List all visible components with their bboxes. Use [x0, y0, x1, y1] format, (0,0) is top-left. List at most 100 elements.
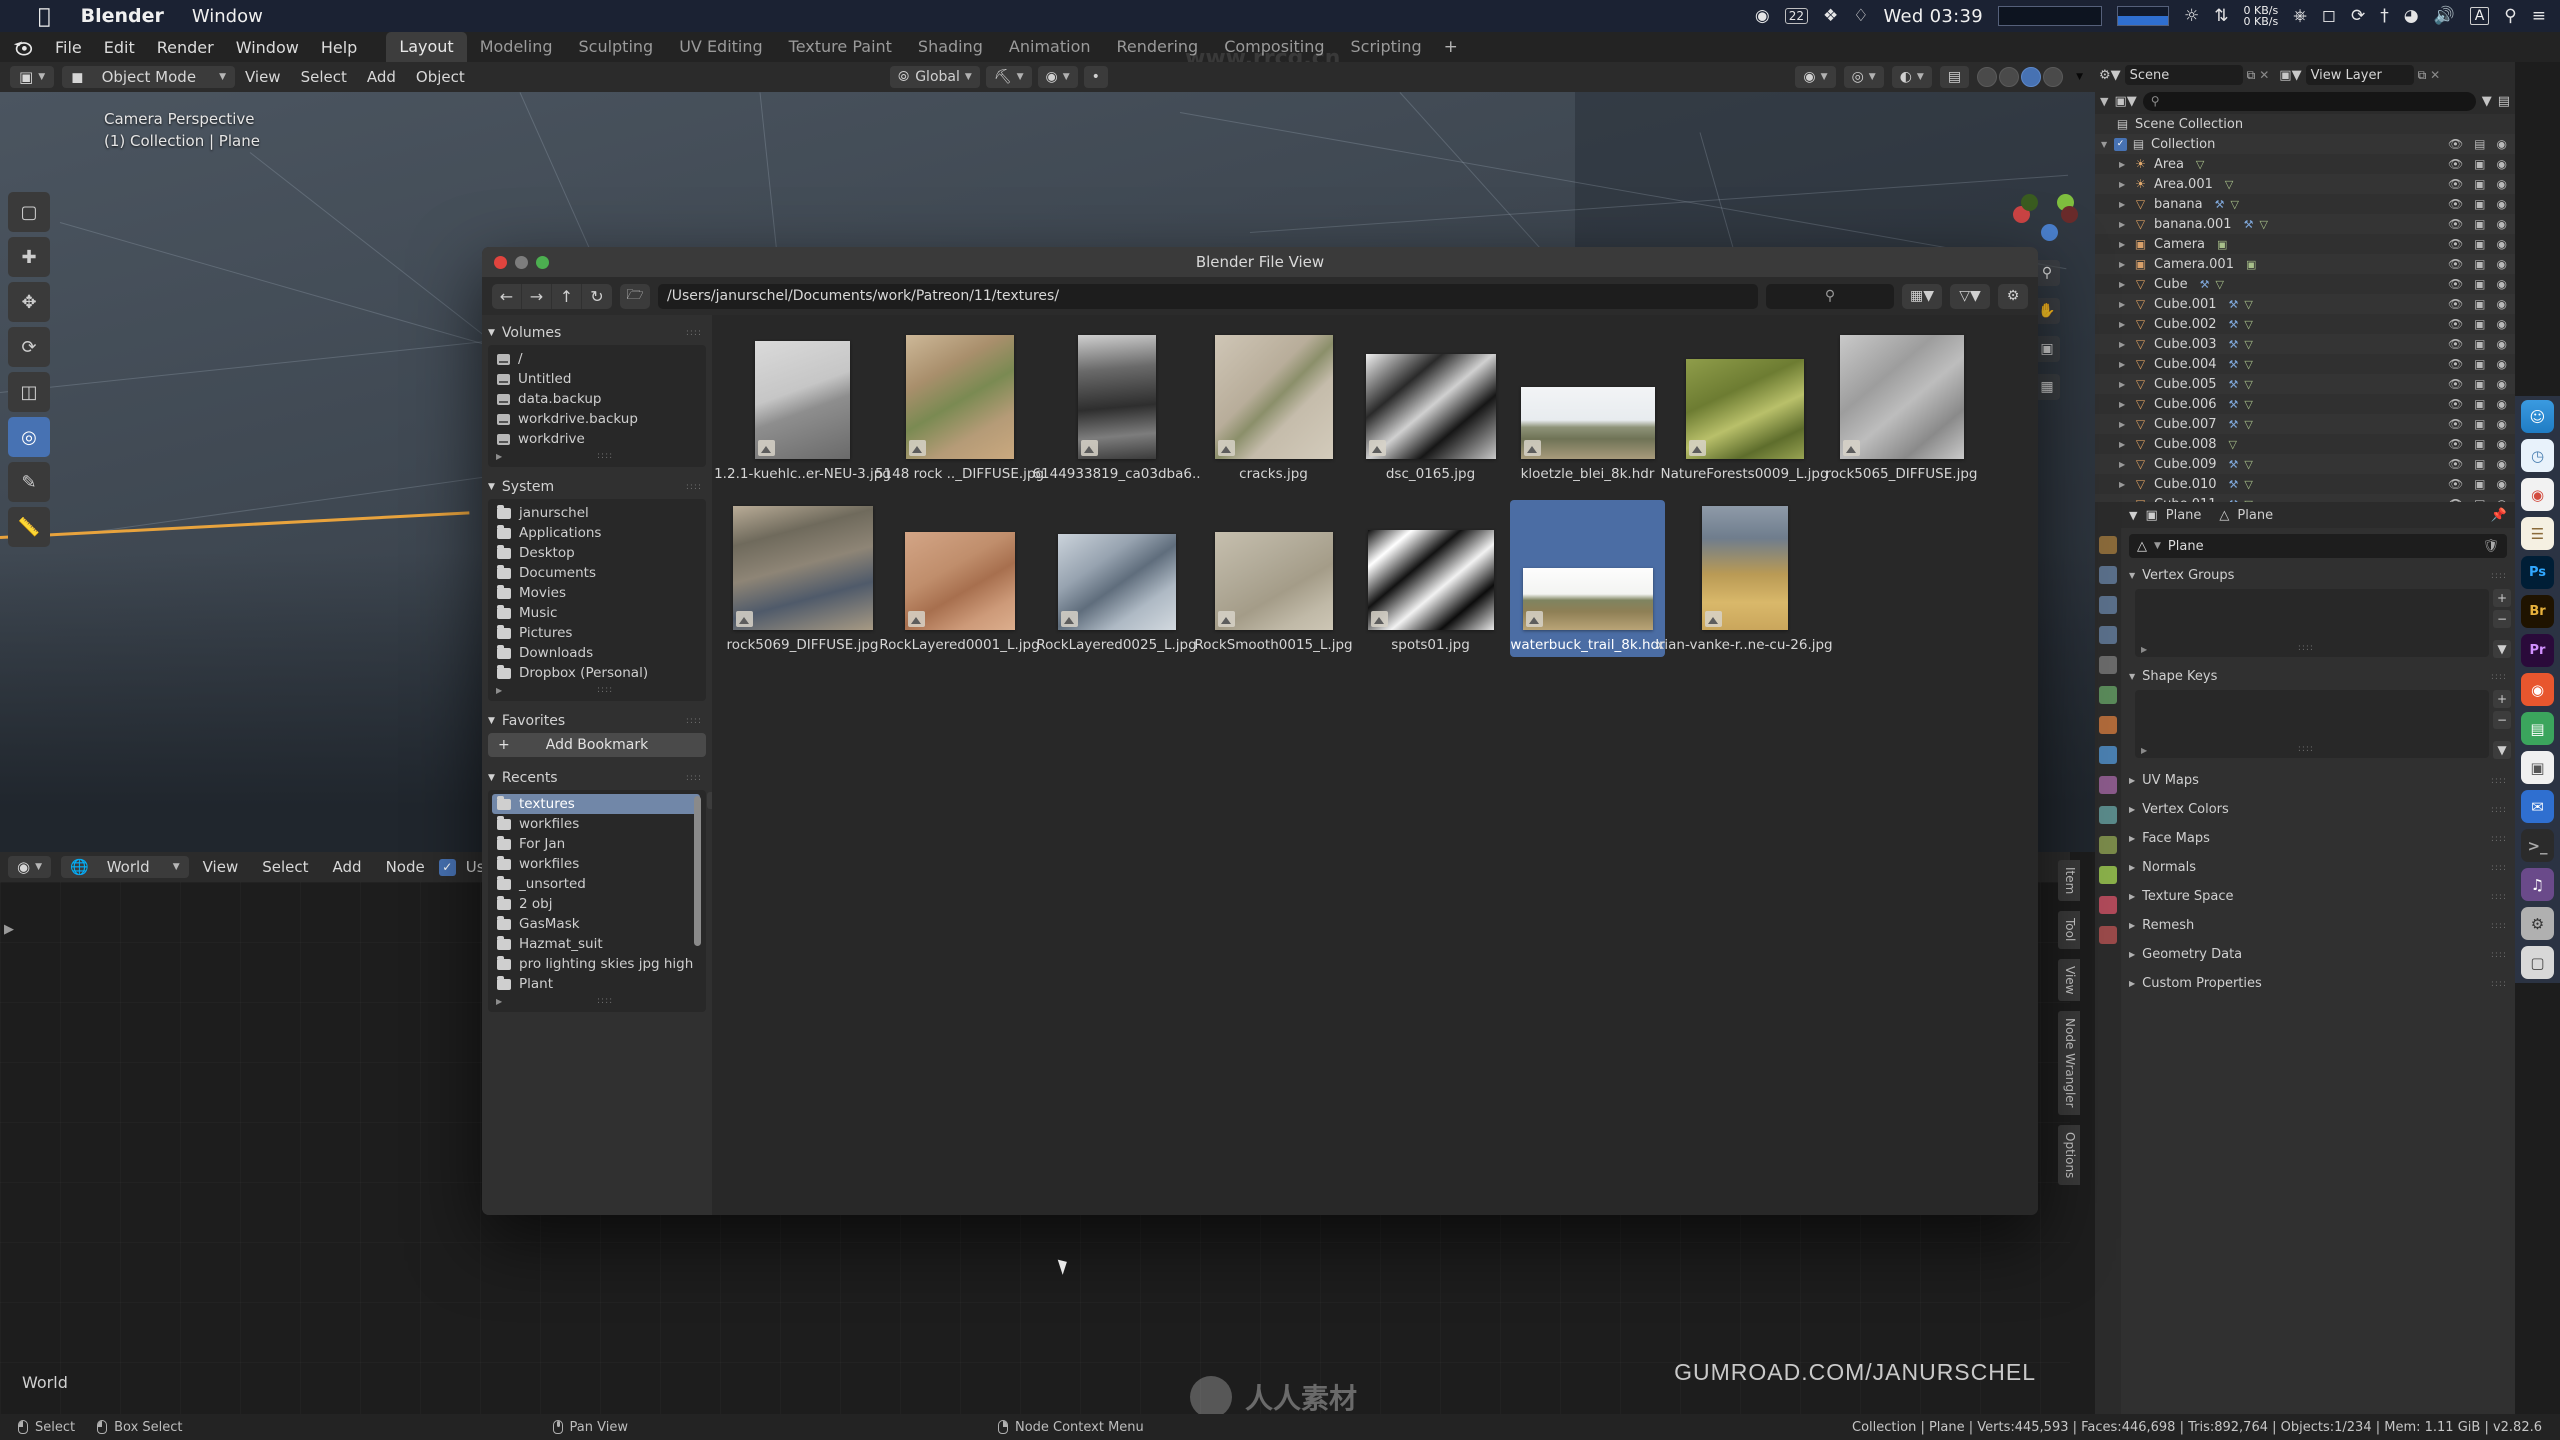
panel-header-face-maps[interactable]: ▶ Face Maps::::	[2121, 824, 2515, 853]
sidebar-tab-tool[interactable]: Tool	[2058, 911, 2080, 949]
memory-graph-icon[interactable]	[2117, 6, 2170, 26]
expand-arrow-icon[interactable]: ▶	[496, 452, 502, 461]
render-camera-icon[interactable]: ◉	[2497, 317, 2507, 331]
outliner-row[interactable]: ▶ ▽ Cube.008 ▽ 👁 ▣ ◉	[2095, 434, 2515, 454]
eye-icon[interactable]: 👁	[2448, 457, 2463, 471]
grip-icon[interactable]: ::::	[2491, 863, 2507, 873]
view-layer-name-field[interactable]: View Layer	[2305, 65, 2414, 85]
mesh-name-field[interactable]: △ ▼ Plane 🛡	[2129, 534, 2507, 558]
render-camera-icon[interactable]: ◉	[2497, 217, 2507, 231]
modifier-icon[interactable]: ⚒	[2229, 378, 2239, 391]
add-bookmark-button[interactable]: + Add Bookmark	[488, 733, 706, 757]
light-data-icon[interactable]: ▽	[2196, 158, 2204, 171]
menu-edit[interactable]: Edit	[93, 34, 146, 61]
sidebar-recent-item[interactable]: 2 obj	[488, 894, 706, 914]
grip-icon[interactable]: ::::	[686, 773, 702, 783]
visibility-icon[interactable]: ◉	[1803, 69, 1815, 85]
render-camera-icon[interactable]: ◉	[2497, 397, 2507, 411]
disclosure-triangle-icon[interactable]: ▶	[2129, 776, 2135, 785]
delete-scene-icon[interactable]: ✕	[2259, 68, 2269, 82]
outliner-row[interactable]: ▶ ▽ Cube.006 ⚒ ▽ 👁 ▣ ◉	[2095, 394, 2515, 414]
proportional-edit-toggle[interactable]: ◉ ▼	[1037, 66, 1078, 88]
properties-tab-render[interactable]	[2099, 566, 2117, 584]
disclosure-triangle-icon[interactable]: ▼	[488, 716, 495, 726]
proportional-icon[interactable]: ◉	[1046, 69, 1058, 85]
eye-icon[interactable]: 👁	[2448, 137, 2463, 151]
expand-arrow-icon[interactable]: ▶	[496, 686, 502, 695]
sidebar-system-item[interactable]: Pictures	[488, 623, 706, 643]
render-camera-icon[interactable]: ◉	[2497, 257, 2507, 271]
camera-data-icon[interactable]: ▣	[2217, 238, 2227, 251]
section-header-recents[interactable]: ▼ Recents ::::	[488, 766, 706, 790]
shape-keys-list[interactable]: :::: ▶ + − ▼	[2135, 690, 2511, 759]
chevron-down-icon[interactable]: ▼	[965, 72, 972, 82]
eye-icon[interactable]: 👁	[2448, 437, 2463, 451]
disclosure-triangle-icon[interactable]: ▶	[2119, 280, 2132, 289]
workspace-tab-modeling[interactable]: Modeling	[467, 32, 566, 62]
file-browser-grid-area[interactable]: 1.2.1-kuehlc..er-NEU-3.jpg 5148 rock .._D…	[712, 315, 2038, 1215]
sidebar-system-item[interactable]: Downloads	[488, 643, 706, 663]
editor-type-icon[interactable]: ▣ ▼	[10, 66, 54, 88]
new-scene-icon[interactable]: ⧉	[2247, 68, 2256, 83]
disclosure-triangle-icon[interactable]: ▶	[2119, 340, 2132, 349]
notes-icon[interactable]: ☰	[2521, 517, 2554, 550]
object-mode-label[interactable]: Object Mode	[93, 66, 206, 88]
shading-solid-button[interactable]	[1999, 67, 2020, 87]
screen-icon[interactable]: ▣	[2474, 417, 2485, 431]
mesh-data-icon[interactable]: ▽	[2229, 438, 2237, 451]
modifier-icon[interactable]: ⚒	[2229, 418, 2239, 431]
disclosure-triangle-icon[interactable]: ▼	[2129, 571, 2135, 580]
disclosure-triangle-icon[interactable]: ▼	[2101, 140, 2114, 149]
screen-icon[interactable]: ▣	[2474, 297, 2485, 311]
dropbox-icon[interactable]: ❖	[1823, 6, 1838, 26]
disclosure-triangle-icon[interactable]: ▶	[2119, 300, 2132, 309]
disclosure-triangle-icon[interactable]: ▶	[2129, 805, 2135, 814]
file-item[interactable]: NatureForests0009_L.jpg	[1660, 329, 1829, 486]
outliner-row[interactable]: ▶ ▽ Cube.007 ⚒ ▽ 👁 ▣ ◉	[2095, 414, 2515, 434]
chevron-down-icon[interactable]: ▼	[2129, 509, 2137, 522]
outliner-row[interactable]: ▶ ▽ Cube ⚒ ▽ 👁 ▣ ◉	[2095, 274, 2515, 294]
screen-icon[interactable]: ▣	[2474, 257, 2485, 271]
dot-icon[interactable]: •	[1092, 69, 1100, 85]
disclosure-triangle-icon[interactable]: ▶	[2119, 220, 2132, 229]
shader-menu-add[interactable]: Add	[323, 858, 372, 876]
panel-header-remesh[interactable]: ▶ Remesh::::	[2121, 911, 2515, 940]
modifier-icon[interactable]: ⚒	[2229, 298, 2239, 311]
file-path-input[interactable]: /Users/janurschel/Documents/work/Patreon…	[658, 283, 1758, 309]
disclosure-triangle-icon[interactable]: ▶	[2119, 460, 2132, 469]
tool-cursor-icon[interactable]: ✚	[8, 237, 50, 277]
add-shape-key-button[interactable]: +	[2493, 690, 2511, 708]
transform-orientation-selector[interactable]: ⦾ Global ▼	[890, 66, 980, 88]
sidebar-recent-item[interactable]: workfiles	[488, 814, 706, 834]
viewport-menu-object[interactable]: Object	[406, 68, 475, 86]
file-item[interactable]: rock5069_DIFFUSE.jpg	[725, 500, 880, 657]
disclosure-triangle-icon[interactable]: ▶	[2129, 834, 2135, 843]
music-icon[interactable]: ♫	[2521, 868, 2554, 901]
blender-logo-icon[interactable]	[12, 36, 34, 58]
camera-data-icon[interactable]: ▣	[2246, 258, 2256, 271]
sidebar-volume-item[interactable]: data.backup	[488, 389, 706, 409]
sidebar-tab-options[interactable]: Options	[2058, 1124, 2080, 1186]
photoshop-icon[interactable]: Ps	[2521, 556, 2554, 589]
file-item[interactable]: RockLayered0001_L.jpg	[879, 500, 1040, 657]
shader-menu-select[interactable]: Select	[252, 858, 318, 876]
grip-icon[interactable]: ::::	[597, 451, 613, 461]
screen-icon[interactable]: ▣	[2474, 277, 2485, 291]
disclosure-triangle-icon[interactable]: ▶	[2119, 360, 2132, 369]
sidebar-tab-view[interactable]: View	[2058, 958, 2080, 1002]
panel-header-normals[interactable]: ▶ Normals::::	[2121, 853, 2515, 882]
properties-tab-data[interactable]	[2099, 866, 2117, 884]
remove-vertex-group-button[interactable]: −	[2493, 610, 2511, 628]
grip-icon[interactable]: ::::	[2491, 950, 2507, 960]
render-camera-icon[interactable]: ◉	[2497, 417, 2507, 431]
tool-measure-icon[interactable]: 📏	[8, 507, 50, 547]
panel-header-uv-maps[interactable]: ▶ UV Maps::::	[2121, 766, 2515, 795]
file-item[interactable]: kloetzle_blei_8k.hdr	[1510, 329, 1665, 486]
sidebar-system-item[interactable]: Applications	[488, 523, 706, 543]
vertex-groups-list[interactable]: :::: ▶ + − ▼	[2135, 589, 2511, 658]
mesh-data-icon[interactable]: ▽	[2259, 218, 2267, 231]
disclosure-triangle-icon[interactable]: ▶	[2119, 200, 2132, 209]
grip-icon[interactable]: ::::	[2298, 744, 2314, 754]
menu-help[interactable]: Help	[310, 34, 368, 61]
airplay-icon[interactable]: ◻	[2322, 6, 2336, 26]
